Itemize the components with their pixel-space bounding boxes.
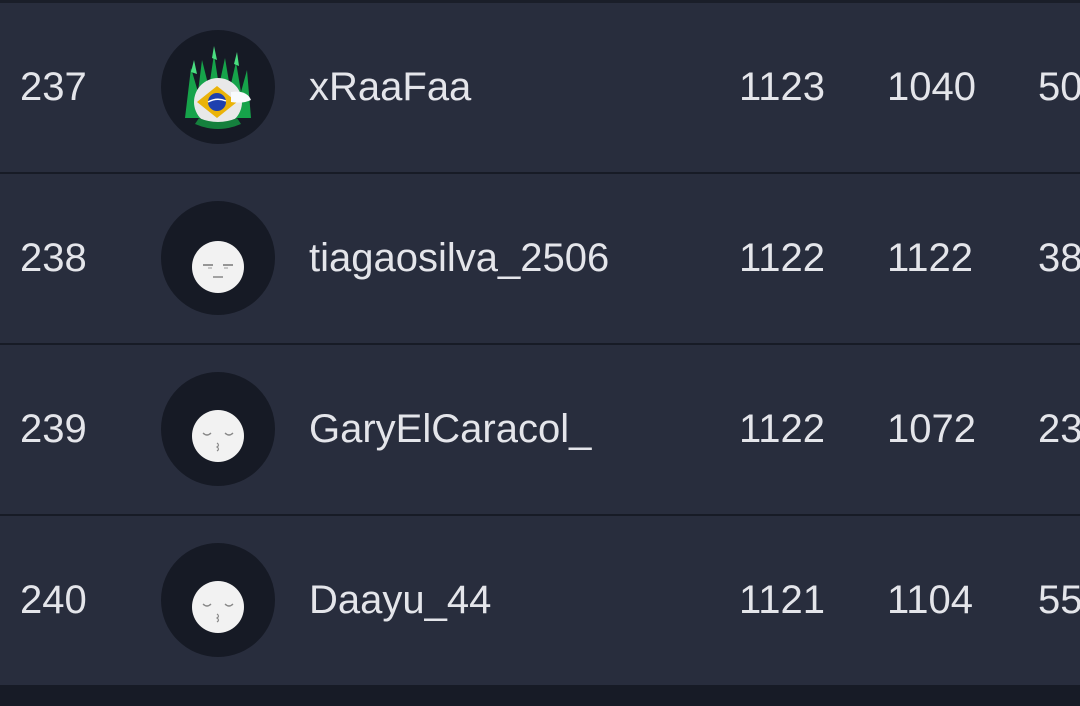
- stat-value: 1123: [739, 65, 826, 109]
- leaderboard-row[interactable]: 238 tiagaosilva_2506 1122 1122 38: [0, 174, 1080, 343]
- bottom-bar: [0, 685, 1080, 706]
- username[interactable]: Daayu_44: [309, 516, 491, 685]
- stat-value: 1122: [739, 236, 826, 280]
- rank-number: 240: [20, 578, 87, 622]
- avatar[interactable]: [161, 30, 275, 144]
- leaderboard-row[interactable]: 240 Daayu_44 1121 1104 55: [0, 516, 1080, 685]
- rank-number: 238: [20, 236, 87, 280]
- default-face-neutral-icon: [192, 241, 244, 293]
- leaderboard-row[interactable]: 239 GaryElCaracol_ 1122 1072 23: [0, 345, 1080, 514]
- leaderboard-row[interactable]: 237 xRaaFaa 1123 1040 50: [0, 3, 1080, 172]
- stat-value: 1040: [887, 65, 976, 109]
- leaderboard: 237 xRaaFaa 1123 1040 50 238 tiagaosilva…: [0, 0, 1080, 706]
- rank-number: 237: [20, 65, 87, 109]
- stat-value: 1121: [739, 578, 826, 622]
- stat-value: 1072: [887, 407, 976, 451]
- default-face-kiss-icon: [192, 410, 244, 462]
- rank-number: 239: [20, 407, 87, 451]
- stat-value: 23: [1038, 407, 1080, 451]
- avatar[interactable]: [161, 543, 275, 657]
- username[interactable]: tiagaosilva_2506: [309, 174, 609, 343]
- stat-value: 1104: [887, 578, 974, 622]
- default-face-kiss-icon: [192, 581, 244, 633]
- custom-avatar-icon: [185, 46, 251, 129]
- username[interactable]: xRaaFaa: [309, 3, 471, 172]
- avatar[interactable]: [161, 372, 275, 486]
- username[interactable]: GaryElCaracol_: [309, 345, 591, 514]
- stat-value: 50: [1038, 65, 1080, 109]
- stat-value: 1122: [887, 236, 974, 280]
- stat-value: 38: [1038, 236, 1080, 280]
- stat-value: 55: [1038, 578, 1080, 622]
- stat-value: 1122: [739, 407, 826, 451]
- avatar[interactable]: [161, 201, 275, 315]
